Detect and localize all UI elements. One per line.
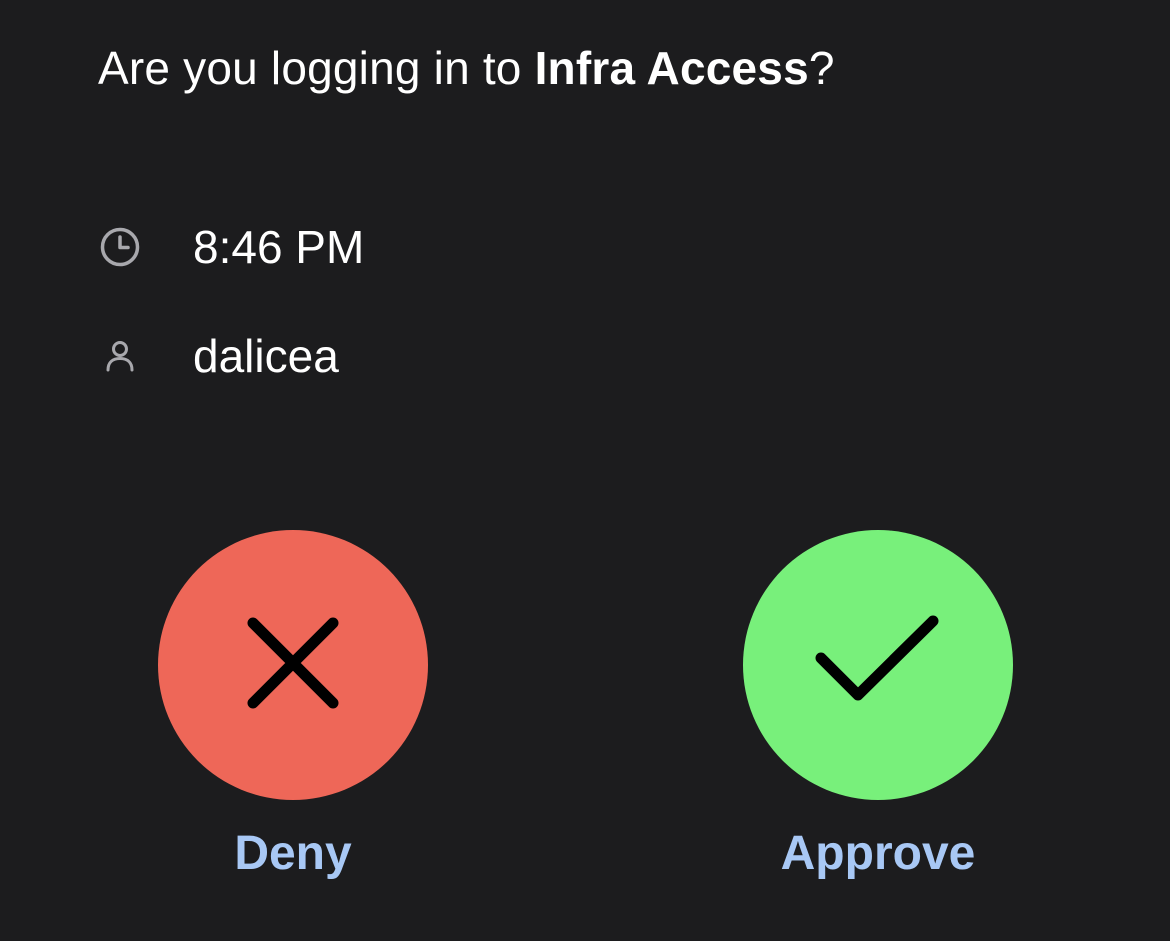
approve-label[interactable]: Approve xyxy=(781,826,976,881)
prompt-suffix: ? xyxy=(808,42,835,94)
clock-icon xyxy=(98,225,142,269)
app-name: Infra Access xyxy=(534,42,809,94)
username: dalicea xyxy=(193,330,339,382)
login-approval-screen: Are you logging in to Infra Access? 8:46… xyxy=(0,0,1170,941)
deny-button[interactable]: Deny xyxy=(158,530,428,881)
deny-circle[interactable] xyxy=(158,530,428,800)
user-row: dalicea xyxy=(98,326,339,386)
approve-circle[interactable] xyxy=(743,530,1013,800)
approve-button[interactable]: Approve xyxy=(743,530,1013,881)
checkmark-icon xyxy=(813,613,943,718)
login-prompt: Are you logging in to Infra Access? xyxy=(98,38,835,98)
time-row: 8:46 PM xyxy=(98,217,364,277)
deny-label[interactable]: Deny xyxy=(234,826,351,881)
login-time: 8:46 PM xyxy=(193,221,365,273)
x-icon xyxy=(243,613,343,718)
person-icon xyxy=(98,334,142,378)
prompt-prefix: Are you logging in to xyxy=(98,42,535,94)
